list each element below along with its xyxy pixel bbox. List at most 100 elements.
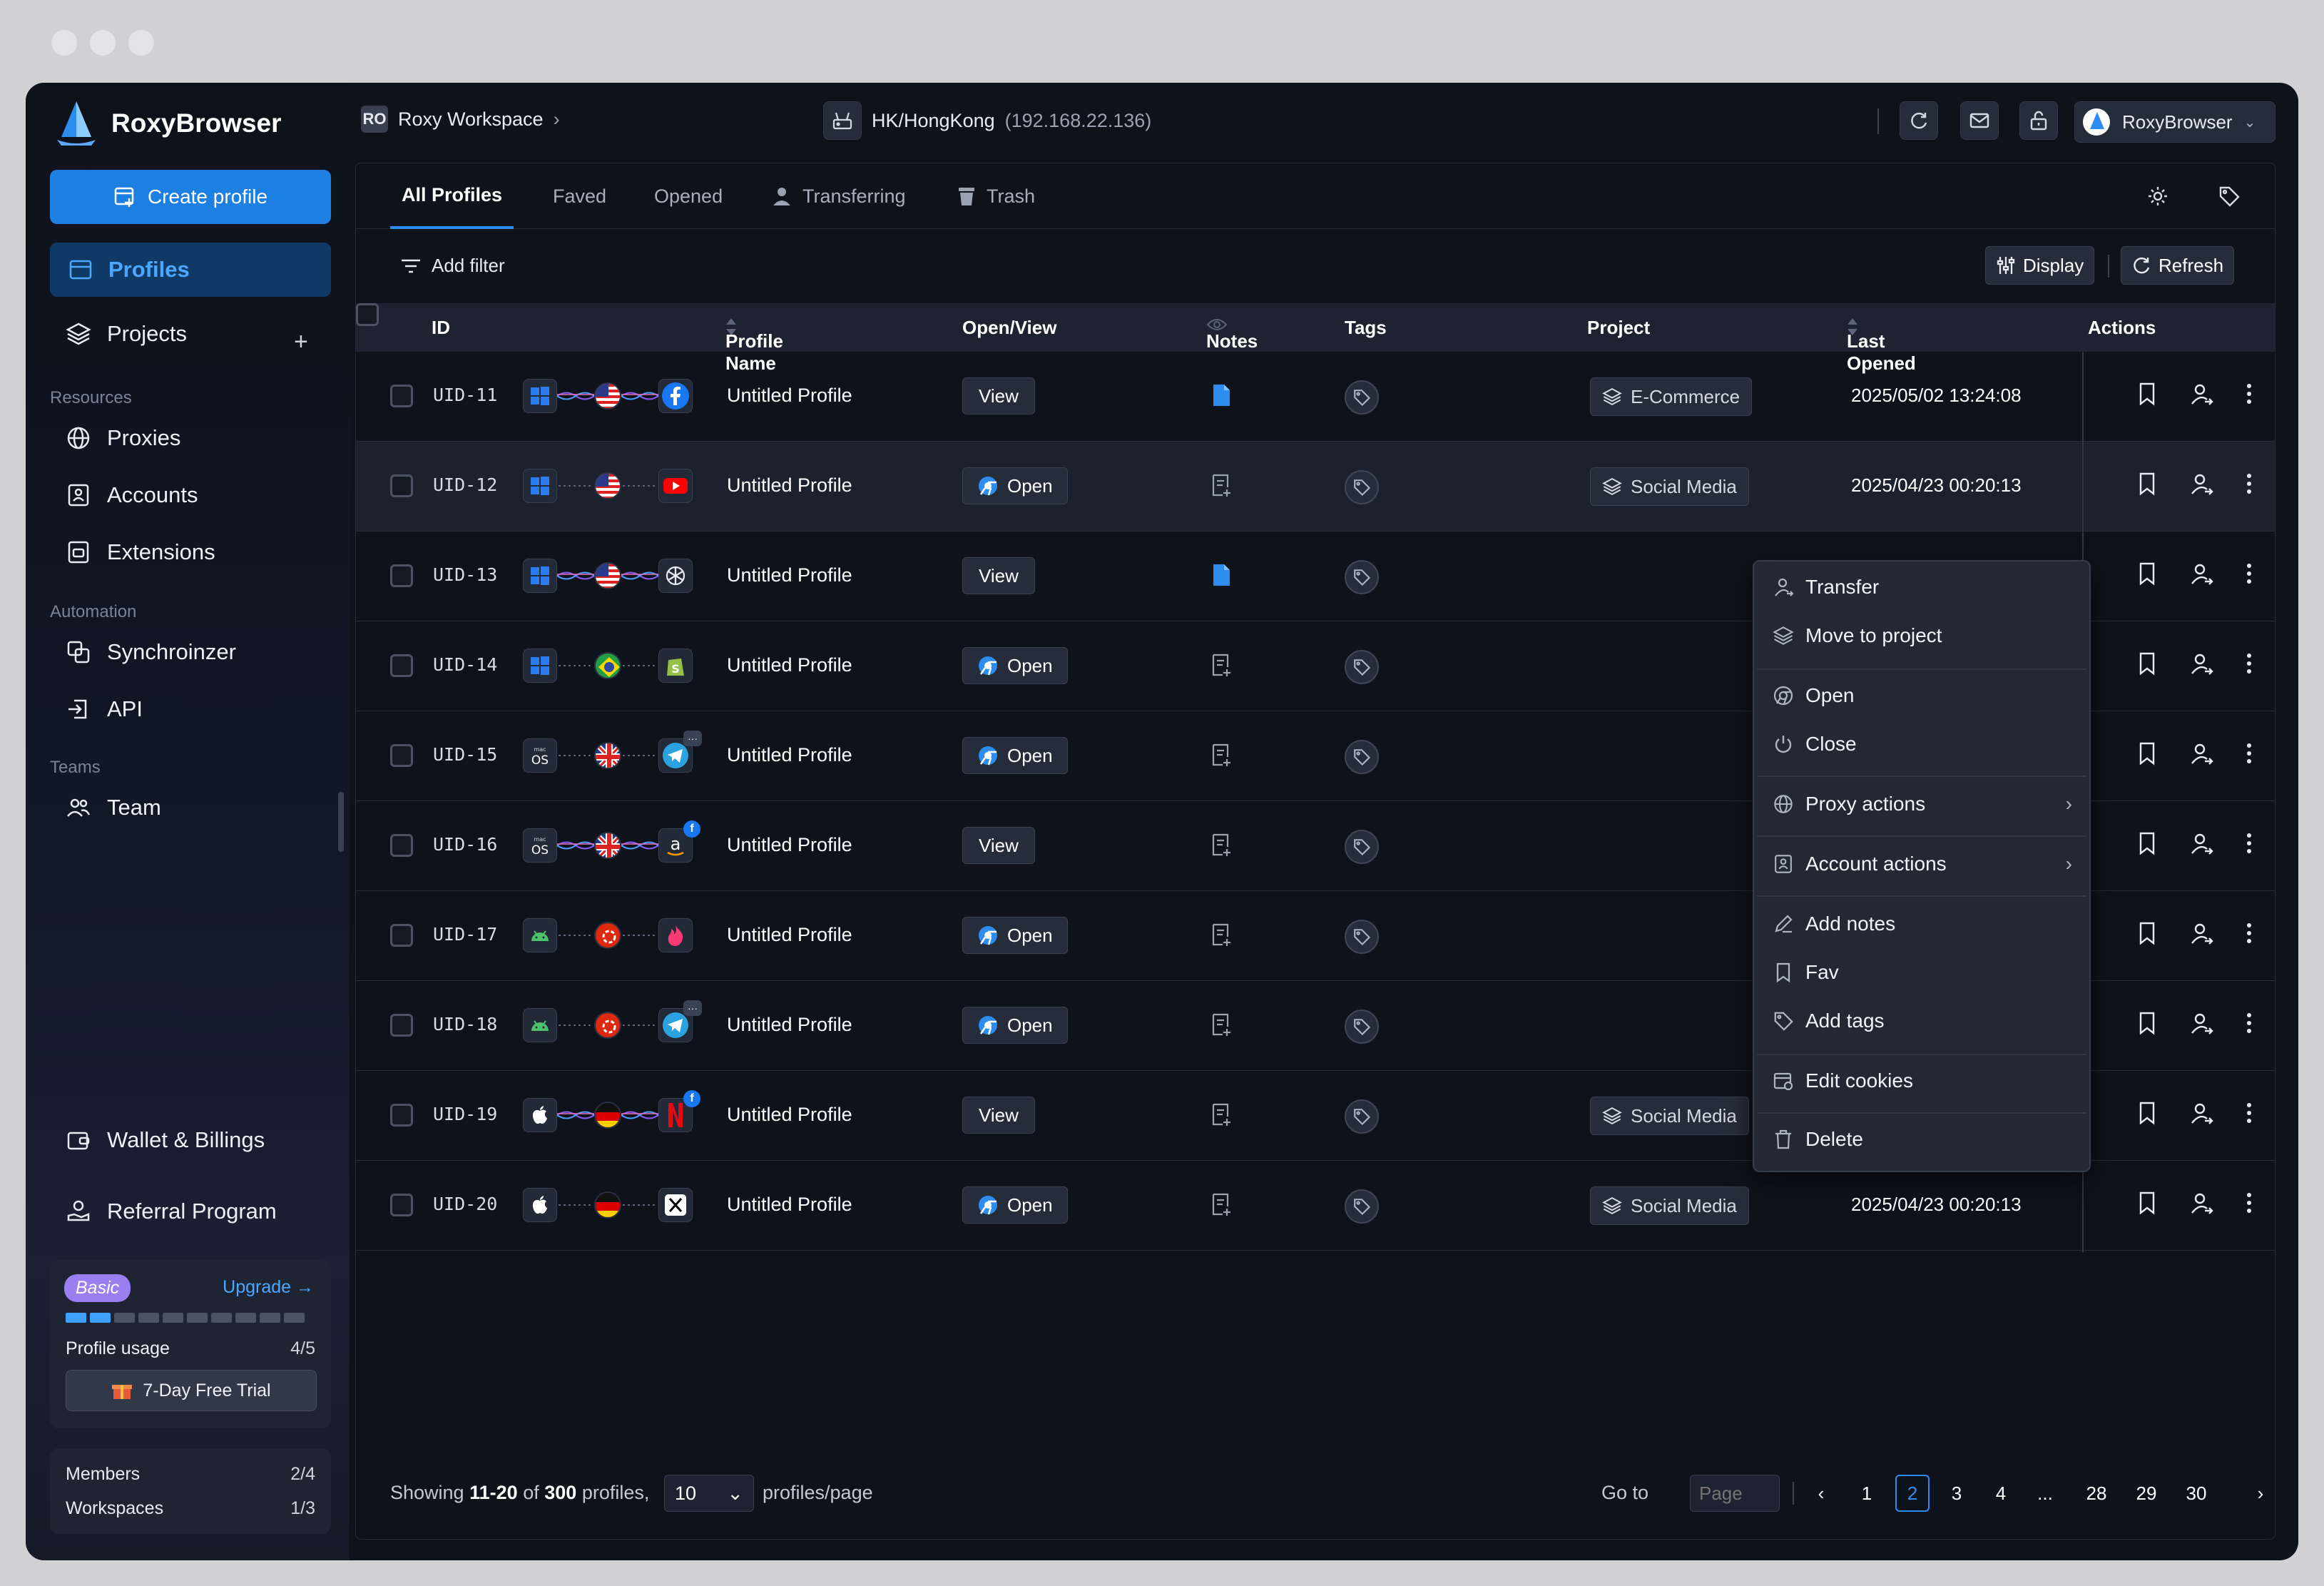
note-add-icon[interactable]	[1211, 1192, 1232, 1216]
upgrade-link[interactable]: Upgrade →	[223, 1277, 314, 1298]
menu-close[interactable]: Close	[1773, 733, 1857, 756]
ip-location[interactable]: HK/HongKong (192.168.22.136)	[823, 101, 1151, 140]
row-checkbox[interactable]	[390, 744, 413, 767]
add-tag-button[interactable]	[1345, 560, 1379, 594]
row-checkbox[interactable]	[390, 1194, 413, 1216]
bookmark-icon[interactable]	[2136, 382, 2158, 406]
table-row[interactable]: UID-11 Untitled Profile View E-Commerce 2025…	[356, 352, 2275, 442]
row-checkbox[interactable]	[390, 1014, 413, 1037]
close-dot[interactable]	[51, 30, 77, 56]
transfer-user-icon[interactable]	[2189, 1011, 2213, 1035]
add-tag-button[interactable]	[1345, 470, 1379, 504]
project-badge[interactable]: Social Media	[1590, 1097, 1749, 1135]
more-vertical-icon[interactable]	[2245, 1101, 2253, 1125]
user-menu[interactable]: RoxyBrowser ⌄	[2074, 101, 2275, 143]
bookmark-icon[interactable]	[2136, 831, 2158, 855]
open-profile-button[interactable]: Open	[962, 647, 1068, 684]
note-add-icon[interactable]	[1211, 922, 1232, 947]
lock-button[interactable]	[2019, 101, 2058, 140]
add-filter-button[interactable]: Add filter	[400, 255, 505, 277]
profile-name[interactable]: Untitled Profile	[727, 744, 852, 766]
more-vertical-icon[interactable]	[2245, 831, 2253, 855]
goto-page-input[interactable]	[1690, 1475, 1780, 1512]
transfer-user-icon[interactable]	[2189, 921, 2213, 945]
tab-transferring[interactable]: Transferring	[771, 163, 906, 229]
more-vertical-icon[interactable]	[2245, 651, 2253, 676]
add-tag-button[interactable]	[1345, 1010, 1379, 1044]
transfer-user-icon[interactable]	[2189, 651, 2213, 676]
sidebar-item-accounts[interactable]: Accounts	[66, 482, 198, 508]
sidebar-item-projects[interactable]: Projects	[66, 321, 187, 347]
row-checkbox[interactable]	[390, 564, 413, 587]
transfer-user-icon[interactable]	[2189, 831, 2213, 855]
settings-gear-icon[interactable]	[2146, 185, 2169, 208]
profile-name[interactable]: Untitled Profile	[727, 385, 852, 407]
menu-move-to-project[interactable]: Move to project	[1773, 624, 1942, 647]
more-vertical-icon[interactable]	[2245, 741, 2253, 766]
col-notes[interactable]: Notes	[1206, 317, 1258, 352]
bookmark-icon[interactable]	[2136, 651, 2158, 676]
row-checkbox[interactable]	[390, 834, 413, 857]
page-button[interactable]: 3	[1940, 1475, 1974, 1512]
transfer-user-icon[interactable]	[2189, 741, 2213, 766]
row-checkbox[interactable]	[390, 654, 413, 677]
bookmark-icon[interactable]	[2136, 1011, 2158, 1035]
profile-name[interactable]: Untitled Profile	[727, 1104, 852, 1126]
next-page-button[interactable]: ›	[2243, 1475, 2278, 1512]
add-tag-button[interactable]	[1345, 650, 1379, 684]
transfer-user-icon[interactable]	[2189, 1101, 2213, 1125]
select-all-checkbox[interactable]	[356, 303, 379, 326]
sidebar-scrollbar[interactable]	[338, 792, 344, 852]
maximize-dot[interactable]	[128, 30, 154, 56]
view-profile-button[interactable]: View	[962, 1097, 1035, 1134]
open-profile-button[interactable]: Open	[962, 917, 1068, 954]
note-add-icon[interactable]	[1211, 653, 1232, 677]
more-vertical-icon[interactable]	[2245, 472, 2253, 496]
bookmark-icon[interactable]	[2136, 1191, 2158, 1215]
view-profile-button[interactable]: View	[962, 377, 1035, 415]
sidebar-item-wallet[interactable]: Wallet & Billings	[66, 1127, 265, 1153]
note-filled-icon[interactable]	[1211, 563, 1232, 587]
transfer-user-icon[interactable]	[2189, 472, 2213, 496]
tag-icon[interactable]	[2218, 185, 2241, 208]
minimize-dot[interactable]	[90, 30, 116, 56]
page-button[interactable]: 2	[1895, 1475, 1930, 1512]
project-badge[interactable]: E-Commerce	[1590, 377, 1753, 416]
menu-fav[interactable]: Fav	[1773, 961, 1839, 984]
project-badge[interactable]: Social Media	[1590, 467, 1749, 506]
sidebar-item-synchronizer[interactable]: Synchroinzer	[66, 639, 236, 665]
open-profile-button[interactable]: Open	[962, 1007, 1068, 1044]
tab-opened[interactable]: Opened	[654, 163, 723, 229]
row-checkbox[interactable]	[390, 1104, 413, 1127]
profile-name[interactable]: Untitled Profile	[727, 474, 852, 497]
add-tag-button[interactable]	[1345, 830, 1379, 864]
bookmark-icon[interactable]	[2136, 561, 2158, 586]
row-checkbox[interactable]	[390, 474, 413, 497]
sidebar-item-referral[interactable]: Referral Program	[66, 1199, 277, 1224]
profile-name[interactable]: Untitled Profile	[727, 654, 852, 676]
menu-add-notes[interactable]: Add notes	[1773, 913, 1895, 935]
add-tag-button[interactable]	[1345, 920, 1379, 954]
page-button[interactable]: 30	[2179, 1475, 2213, 1512]
refresh-button[interactable]: Refresh	[2121, 246, 2235, 285]
bookmark-icon[interactable]	[2136, 1101, 2158, 1125]
profile-name[interactable]: Untitled Profile	[727, 924, 852, 946]
more-vertical-icon[interactable]	[2245, 382, 2253, 406]
display-button[interactable]: Display	[1985, 246, 2095, 285]
more-vertical-icon[interactable]	[2245, 1191, 2253, 1215]
view-profile-button[interactable]: View	[962, 827, 1035, 864]
menu-proxy-actions[interactable]: Proxy actions ›	[1773, 793, 2072, 815]
page-button[interactable]: 29	[2129, 1475, 2164, 1512]
sidebar-item-proxies[interactable]: Proxies	[66, 425, 180, 451]
transfer-user-icon[interactable]	[2189, 382, 2213, 406]
more-vertical-icon[interactable]	[2245, 1011, 2253, 1035]
add-tag-button[interactable]	[1345, 380, 1379, 415]
menu-account-actions[interactable]: Account actions ›	[1773, 853, 2072, 875]
bookmark-icon[interactable]	[2136, 472, 2158, 496]
mail-button[interactable]	[1960, 101, 1999, 140]
open-profile-button[interactable]: Open	[962, 737, 1068, 774]
menu-open[interactable]: Open	[1773, 684, 1855, 707]
menu-edit-cookies[interactable]: Edit cookies	[1773, 1069, 1913, 1092]
table-row[interactable]: UID-12 Untitled Profile Open Social Media 20…	[356, 442, 2275, 532]
sidebar-item-extensions[interactable]: Extensions	[66, 539, 215, 565]
